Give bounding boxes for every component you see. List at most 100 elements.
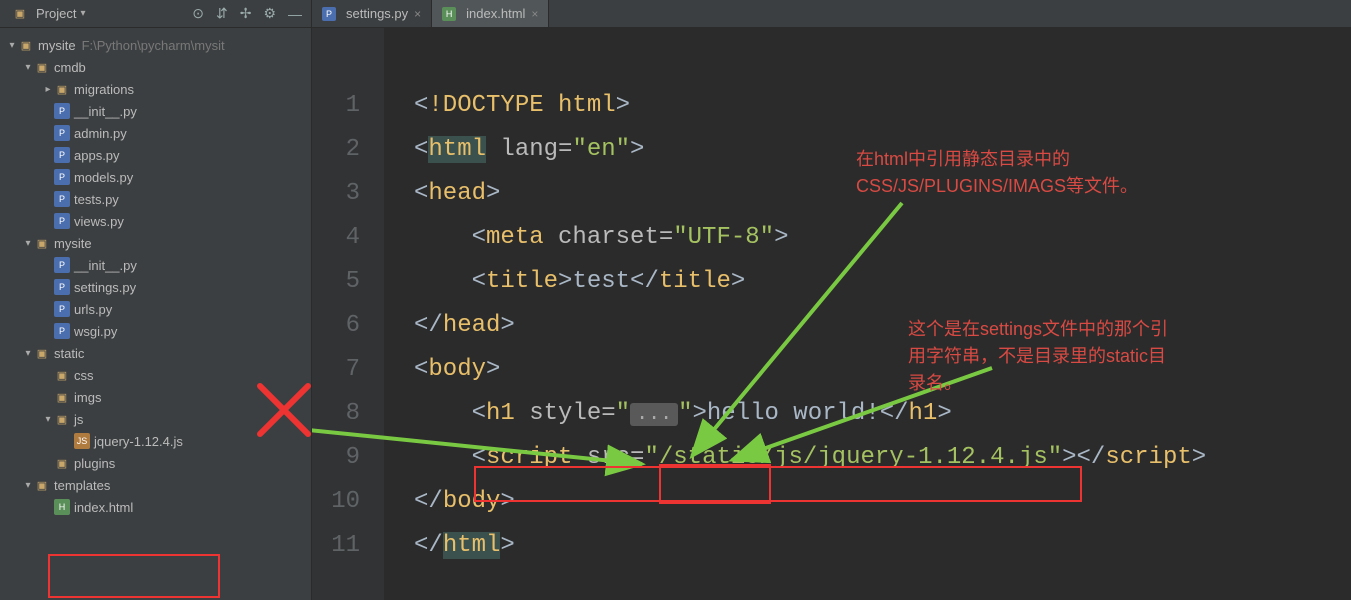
gear-icon[interactable]: ⚙ [260,3,279,24]
code-line[interactable]: <html lang="en"> [414,128,1351,172]
tree-row[interactable]: ▸Papps.py [0,144,311,166]
tree-row[interactable]: ▾▣templates [0,474,311,496]
tab-label: index.html [466,6,525,21]
tree-row[interactable]: ▸Pviews.py [0,210,311,232]
tree-label: wsgi.py [74,324,117,339]
code-line[interactable]: <!DOCTYPE html> [414,84,1351,128]
code-line[interactable]: </head> [414,304,1351,348]
folder-icon: ▣ [54,455,70,471]
tree-label: cmdb [54,60,86,75]
red-highlight-templates [48,554,220,598]
tree-label: settings.py [74,280,136,295]
editor-tab[interactable]: Hindex.html × [432,0,549,27]
tree-label: mysite [54,236,92,251]
code-line[interactable]: <body> [414,348,1351,392]
tree-row[interactable]: ▸Hindex.html [0,496,311,518]
tree-label: jquery-1.12.4.js [94,434,183,449]
sidebar-title[interactable]: ▣ Project ▾ [6,4,92,24]
folder-icon: ▣ [18,37,34,53]
tree-label: migrations [74,82,134,97]
tree-row[interactable]: ▸Padmin.py [0,122,311,144]
tree-row[interactable]: ▸▣migrations [0,78,311,100]
tree-row[interactable]: ▸P__init__.py [0,100,311,122]
line-number: 8 [312,392,384,436]
tree-row[interactable]: ▾▣mysiteF:\Python\pycharm\mysit [0,34,311,56]
sidebar-header: ▣ Project ▾ ⊙ ⇵ ✢ ⚙ — [0,0,311,28]
code-area[interactable]: <!DOCTYPE html><html lang="en"><head> <m… [384,28,1351,600]
scroll-from-source-icon[interactable]: ⊙ [189,3,207,24]
tree-row[interactable]: ▸Psettings.py [0,276,311,298]
folder-icon: ▣ [34,345,50,361]
package-icon: ▣ [54,81,70,97]
code-line[interactable]: </html> [414,524,1351,568]
line-number: 11 [312,524,384,568]
red-x-mark [256,382,312,438]
tree-label: admin.py [74,126,127,141]
python-file-icon: P [54,213,70,229]
line-number: 6 [312,304,384,348]
tree-row[interactable]: ▸P__init__.py [0,254,311,276]
code-line[interactable]: </body> [414,480,1351,524]
chevron-down-icon: ▾ [80,8,85,19]
project-tree[interactable]: ▾▣mysiteF:\Python\pycharm\mysit▾▣cmdb▸▣m… [0,28,311,600]
tree-row[interactable]: ▸Ptests.py [0,188,311,210]
line-number: 9 [312,436,384,480]
tree-path: F:\Python\pycharm\mysit [82,38,225,53]
python-file-icon: P [54,257,70,273]
code-line[interactable]: <script src="/static/js/jquery-1.12.4.js… [414,436,1351,480]
tree-label: static [54,346,84,361]
tree-row[interactable]: ▸Pmodels.py [0,166,311,188]
folder-icon: ▣ [34,477,50,493]
tree-label: models.py [74,170,133,185]
html-file-icon: H [442,7,456,21]
line-number: 4 [312,216,384,260]
line-gutter: 1234567891011 [312,28,384,600]
expand-icon[interactable]: ✢ [237,3,255,24]
python-file-icon: P [54,103,70,119]
tree-label: imgs [74,390,101,405]
folder-icon: ▣ [54,367,70,383]
html-file-icon: H [54,499,70,515]
tree-row[interactable]: ▸Pwsgi.py [0,320,311,342]
python-file-icon: P [322,7,336,21]
line-number: 5 [312,260,384,304]
package-icon: ▣ [34,59,50,75]
tree-label: urls.py [74,302,112,317]
editor-main: Psettings.py × Hindex.html × 1234567891011 … [312,0,1351,600]
project-sidebar: ▣ Project ▾ ⊙ ⇵ ✢ ⚙ — ▾▣mysiteF:\Python\… [0,0,312,600]
python-file-icon: P [54,323,70,339]
folder-icon: ▣ [54,411,70,427]
tree-label: index.html [74,500,133,515]
tree-row[interactable]: ▾▣static [0,342,311,364]
tree-label: __init__.py [74,104,137,119]
code-line[interactable]: <title>test</title> [414,260,1351,304]
sidebar-tools: ⊙ ⇵ ✢ ⚙ — [189,3,305,24]
hide-icon[interactable]: — [285,4,305,24]
code-line[interactable]: <h1 style="...">hello world!</h1> [414,392,1351,436]
collapse-all-icon[interactable]: ⇵ [213,3,231,24]
folder-icon: ▣ [54,389,70,405]
tree-label: plugins [74,456,115,471]
tree-row[interactable]: ▾▣cmdb [0,56,311,78]
tree-row[interactable]: ▸Purls.py [0,298,311,320]
sidebar-title-text: Project [36,6,76,21]
editor-tab[interactable]: Psettings.py × [312,0,432,27]
close-icon[interactable]: × [531,7,538,21]
editor[interactable]: 1234567891011 <!DOCTYPE html><html lang=… [312,28,1351,600]
tree-label: js [74,412,83,427]
project-icon: ▣ [12,6,28,22]
tree-label: css [74,368,94,383]
editor-tabs: Psettings.py × Hindex.html × [312,0,1351,28]
tree-label: tests.py [74,192,119,207]
tree-label: apps.py [74,148,120,163]
tree-row[interactable]: ▸▣plugins [0,452,311,474]
python-file-icon: P [54,279,70,295]
code-line[interactable]: <head> [414,172,1351,216]
code-line[interactable]: <meta charset="UTF-8"> [414,216,1351,260]
line-number: 2 [312,128,384,172]
python-file-icon: P [54,301,70,317]
close-icon[interactable]: × [414,7,421,21]
line-number: 7 [312,348,384,392]
tree-row[interactable]: ▾▣mysite [0,232,311,254]
tab-label: settings.py [346,6,408,21]
